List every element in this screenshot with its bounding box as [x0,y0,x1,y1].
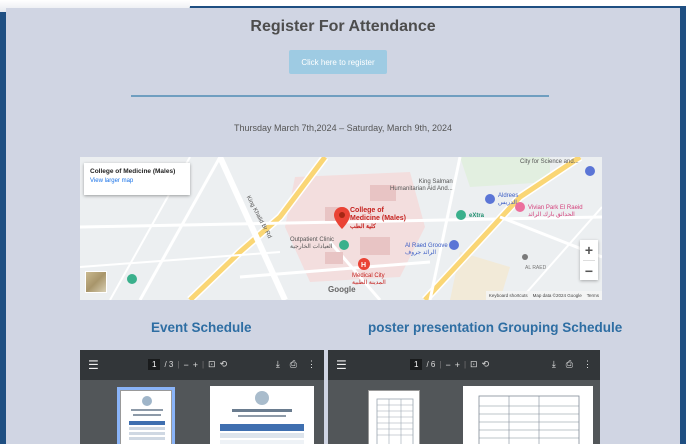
embedded-map[interactable]: H College of Medicine (Males) كلية الطب … [80,157,602,300]
event-schedule-pdf-viewer[interactable]: ☰ 1 / 3 | − + | ⊡ ⟲ ⤓ ⎙ ⋮ [80,350,324,444]
view-larger-map-link[interactable]: View larger map [90,178,184,184]
page-content [220,391,304,444]
map-label-vivian: Vivian Park El Raeid الحدائق بارك الرائد [528,205,583,218]
google-logo: Google [328,285,356,294]
map-label-outpatient: Outpatient Clinic العيادات الخارجية [290,237,335,250]
download-icon[interactable]: ⤓ [552,359,556,370]
map-label-extra: eXtra [469,213,485,219]
keyboard-shortcuts-link[interactable]: Keyboard shortcuts [489,293,528,298]
page-total: / 3 [164,360,174,369]
more-options-icon[interactable]: ⋮ [307,359,316,370]
zoom-in-button[interactable]: + [580,240,598,260]
pdf-page-view [463,386,593,444]
map-zoom-control: + − [580,240,598,280]
map-type-toggle[interactable] [85,271,107,293]
fit-page-icon[interactable]: ⊡ [208,359,216,370]
map-place-name: College of Medicine (Males) [90,168,176,175]
print-icon[interactable]: ⎙ [566,359,573,370]
pdf-page-thumbnail[interactable] [368,390,420,444]
more-options-icon[interactable]: ⋮ [583,359,592,370]
main-panel: Register For Attendance Click here to re… [6,8,680,444]
download-icon[interactable]: ⤓ [276,359,280,370]
rotate-icon[interactable]: ⟲ [220,359,228,370]
zoom-in-icon[interactable]: + [193,360,198,370]
toolbar-separator: | [177,360,180,369]
toolbar-separator: | [201,360,205,369]
map-label-al-raed: AL RAED [525,265,547,271]
zoom-out-button[interactable]: − [580,261,598,281]
event-schedule-title: Event Schedule [151,320,252,335]
map-data-text: Map data ©2024 Google [532,293,582,298]
toolbar-separator: | [439,360,442,369]
print-icon[interactable]: ⎙ [290,359,297,370]
rotate-icon[interactable]: ⟲ [482,359,490,370]
divider [131,95,549,97]
page-title: Register For Attendance [250,18,436,35]
toolbar-actions: ⤓ ⎙ ⋮ [276,359,316,370]
map-label-king-salman: King Salman Humanitarian Aid And... [390,179,453,192]
zoom-out-icon[interactable]: − [445,360,450,370]
page-total: / 6 [426,360,436,369]
page-controls: 1 / 3 | − + | ⊡ ⟲ [148,359,227,370]
terms-link[interactable]: Terms [587,293,599,298]
fit-page-icon[interactable]: ⊡ [470,359,478,370]
map-attribution: Keyboard shortcuts Map data ©2024 Google… [485,291,602,300]
map-label-college: College of Medicine (Males) كلية الطب [350,207,407,230]
pdf-page-thumbnail[interactable] [117,387,175,444]
thumbnail-content [129,396,165,440]
svg-text:H: H [361,262,366,269]
map-label-medical-city: Medical City المدينة الطبية [352,273,386,286]
zoom-in-icon[interactable]: + [455,360,460,370]
page-content [478,395,580,444]
page-number-input[interactable]: 1 [148,359,161,370]
menu-icon[interactable]: ☰ [88,358,99,372]
map-label-alraed-groove: Al Raed Groove الرائد جروف [405,243,448,256]
toolbar-actions: ⤓ ⎙ ⋮ [552,359,592,370]
register-button[interactable]: Click here to register [289,50,387,74]
pdf-toolbar: ☰ 1 / 6 | − + | ⊡ ⟲ ⤓ ⎙ ⋮ [328,350,600,380]
map-info-card: College of Medicine (Males) View larger … [84,163,190,195]
event-dates: Thursday March 7th,2024 – Saturday, Marc… [234,123,452,133]
thumbnail-content [376,398,414,444]
pdf-page-view [210,386,314,444]
page-controls: 1 / 6 | − + | ⊡ ⟲ [410,359,489,370]
map-label-aldrees: Aldrees الدريس [498,193,519,206]
page-number-input[interactable]: 1 [410,359,423,370]
menu-icon[interactable]: ☰ [336,358,347,372]
map-label-city-science: City for Science and... [520,159,579,165]
zoom-out-icon[interactable]: − [183,360,188,370]
pdf-toolbar: ☰ 1 / 3 | − + | ⊡ ⟲ ⤓ ⎙ ⋮ [80,350,324,380]
toolbar-separator: | [463,360,467,369]
poster-schedule-title: poster presentation Grouping Schedule [368,320,623,335]
poster-schedule-pdf-viewer[interactable]: ☰ 1 / 6 | − + | ⊡ ⟲ ⤓ ⎙ ⋮ [328,350,600,444]
